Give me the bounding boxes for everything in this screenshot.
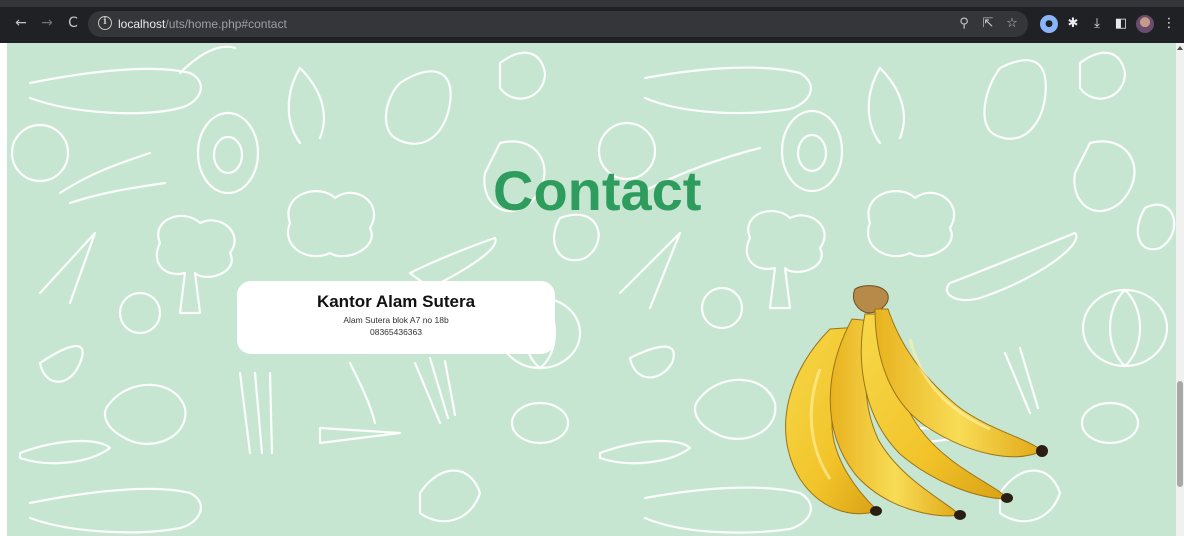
tab-strip [0,0,1184,7]
url-text[interactable]: localhost/uts/home.php#contact [118,15,287,33]
kebab-menu-icon[interactable]: ⋮ [1160,15,1178,33]
download-icon[interactable]: ⤓ [1088,15,1106,33]
contact-card: Kantor Alam Sutera Alam Sutera blok A7 n… [237,281,555,354]
side-panel-icon[interactable]: ◧ [1112,15,1130,33]
office-phone: 08365436363 [369,327,422,337]
browser-toolbar: ← → C i localhost/uts/home.php#contact ⚲… [0,0,1184,43]
puzzle-icon[interactable]: ✱ [1064,15,1082,33]
office-name: Kantor Alam Sutera [316,292,476,311]
back-button[interactable]: ← [12,14,30,32]
contact-title: Contact [493,159,702,222]
url-host: localhost [118,17,166,31]
scroll-up-arrow[interactable] [1177,46,1183,50]
reload-button[interactable]: C [64,14,82,32]
page-viewport: Contact Kantor Alam Sutera Alam Sutera b… [0,43,1184,536]
banana-image [785,285,1048,520]
address-bar[interactable]: i localhost/uts/home.php#contact ⚲ ⇱ ☆ [88,11,1028,37]
info-icon[interactable]: i [98,16,112,30]
share-icon[interactable]: ⇱ [980,16,996,32]
office-address: Alam Sutera blok A7 no 18b [343,315,449,325]
forward-button[interactable]: → [38,14,56,32]
star-icon[interactable]: ☆ [1004,16,1020,32]
page-left-edge [0,43,7,536]
vertical-scrollbar[interactable] [1176,43,1184,536]
avatar[interactable] [1136,15,1154,33]
extension-icon[interactable]: ● [1040,15,1058,33]
url-path: /uts/home.php#contact [165,17,287,31]
scrollbar-thumb[interactable] [1177,381,1183,487]
zoom-icon[interactable]: ⚲ [956,16,972,32]
